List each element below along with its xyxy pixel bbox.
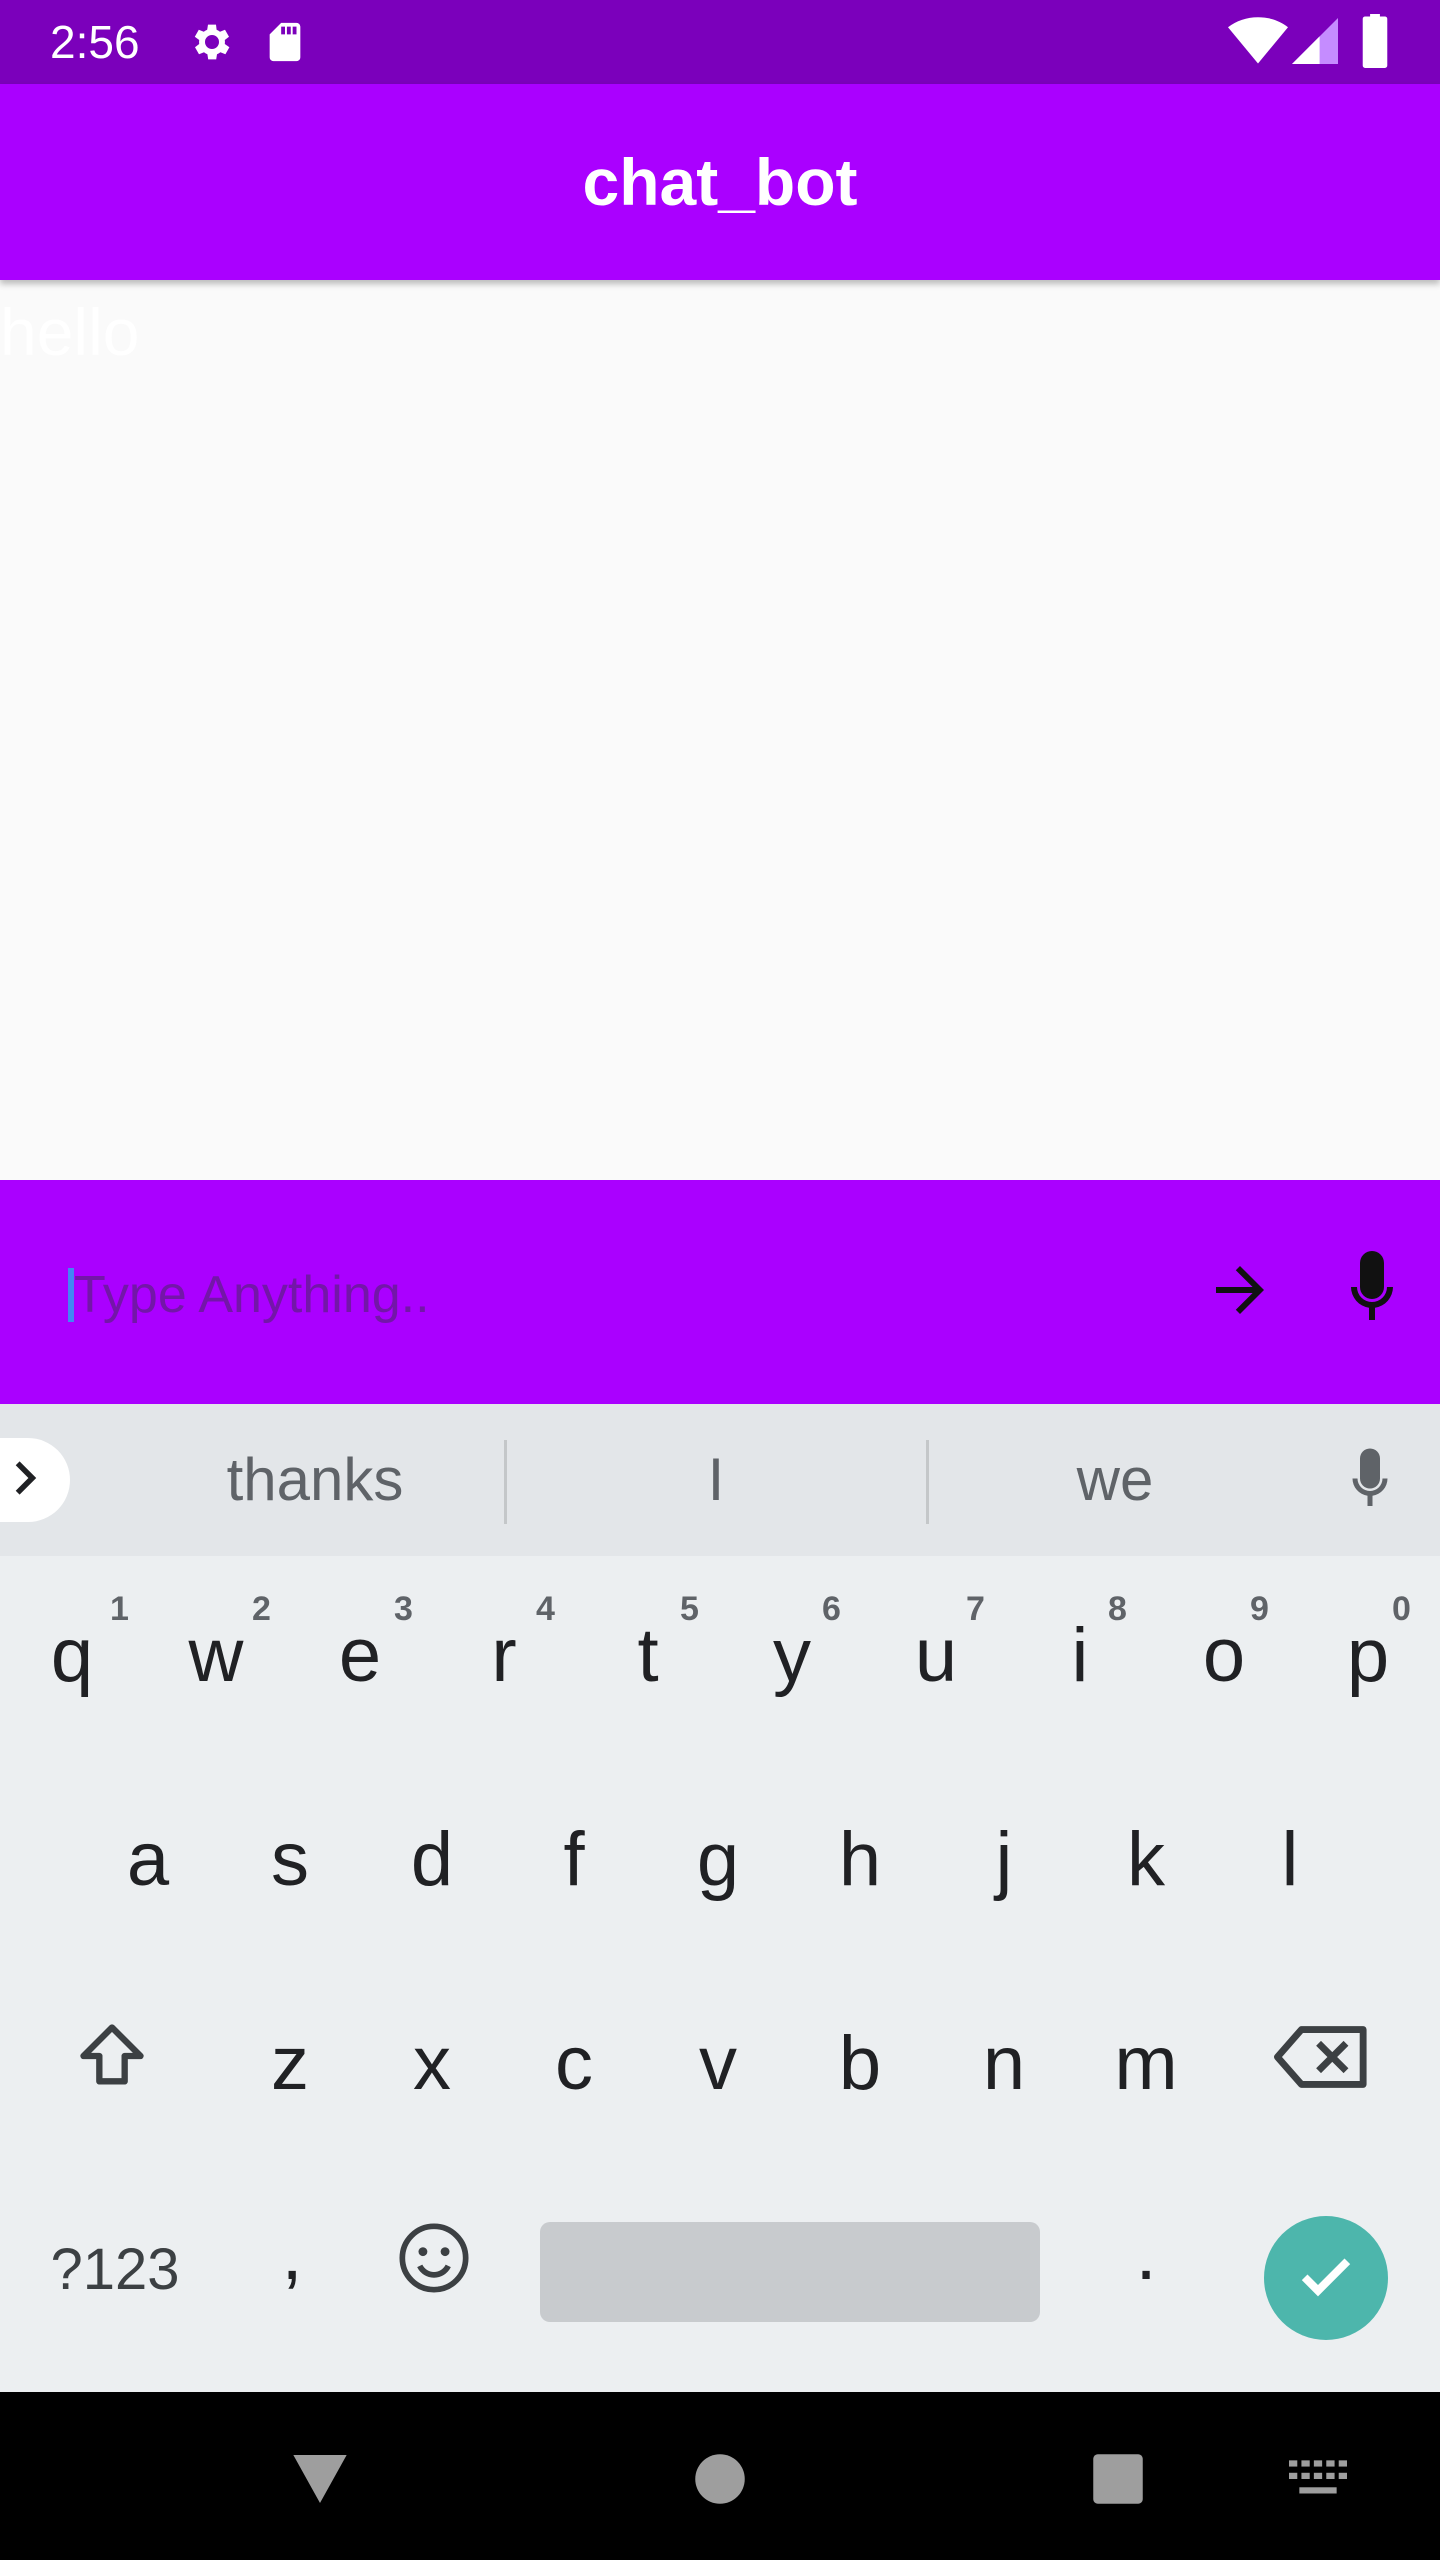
key-n[interactable]: n <box>932 2014 1076 2114</box>
key-y[interactable]: y <box>720 1606 864 1706</box>
shift-icon <box>72 2018 152 2119</box>
message-input[interactable] <box>68 1250 1154 1340</box>
space-key[interactable] <box>540 2222 1040 2322</box>
key-u[interactable]: u <box>864 1606 1008 1706</box>
keyboard-mic-icon[interactable] <box>1340 1446 1400 1521</box>
key-hint: 3 <box>394 1590 413 1628</box>
key-b[interactable]: b <box>788 2014 932 2114</box>
wifi-icon <box>1228 16 1288 71</box>
system-nav-bar <box>0 2392 1440 2560</box>
period-key[interactable]: . <box>1074 2204 1218 2304</box>
suggestion-1[interactable]: thanks <box>170 1440 460 1520</box>
chevron-right-icon <box>3 1456 47 1505</box>
key-o[interactable]: o <box>1152 1606 1296 1706</box>
key-d[interactable]: d <box>360 1810 504 1910</box>
key-c[interactable]: c <box>502 2014 646 2114</box>
arrow-right-icon <box>1204 1254 1276 1331</box>
signal-icon <box>1292 16 1338 71</box>
key-hint: 0 <box>1392 1590 1411 1628</box>
symbols-key[interactable]: ?123 <box>20 2220 210 2320</box>
keyboard-icon <box>1289 2459 1347 2504</box>
app-bar: chat_bot <box>0 84 1440 280</box>
key-h[interactable]: h <box>788 1810 932 1910</box>
shift-key[interactable] <box>40 2018 184 2118</box>
key-hint: 5 <box>680 1590 699 1628</box>
back-button[interactable] <box>270 2436 370 2526</box>
key-s[interactable]: s <box>218 1810 362 1910</box>
key-m[interactable]: m <box>1074 2014 1218 2114</box>
expand-toolbar-button[interactable] <box>0 1438 70 1522</box>
key-z[interactable]: z <box>218 2014 362 2114</box>
message-input-bar <box>0 1180 1440 1404</box>
voice-input-button[interactable] <box>1322 1242 1422 1342</box>
key-hint: 2 <box>252 1590 271 1628</box>
mic-icon <box>1336 1247 1408 1338</box>
key-k[interactable]: k <box>1074 1810 1218 1910</box>
key-v[interactable]: v <box>646 2014 790 2114</box>
battery-icon <box>1360 14 1390 73</box>
emoji-key[interactable] <box>362 2220 506 2320</box>
keyboard-switch-button[interactable] <box>1268 2436 1368 2526</box>
gear-icon <box>186 18 234 71</box>
soft-keyboard: thanks I we q w e r t y u i o p 1 2 3 4 … <box>0 1404 1440 2392</box>
checkmark-icon <box>1294 2244 1358 2313</box>
chat-list[interactable]: hello <box>0 280 1440 1180</box>
send-button[interactable] <box>1190 1242 1290 1342</box>
key-g[interactable]: g <box>646 1810 790 1910</box>
back-triangle-icon <box>288 2449 352 2514</box>
emoji-icon <box>396 2220 472 2321</box>
app-title: chat_bot <box>582 145 858 219</box>
key-hint: 8 <box>1108 1590 1127 1628</box>
suggestion-3[interactable]: we <box>970 1440 1260 1520</box>
key-hint: 9 <box>1250 1590 1269 1628</box>
home-circle-icon <box>693 2452 747 2511</box>
chat-message: hello <box>0 295 140 369</box>
key-p[interactable]: p <box>1296 1606 1440 1706</box>
home-button[interactable] <box>670 2436 770 2526</box>
suggestion-divider <box>926 1440 929 1524</box>
backspace-icon <box>1274 2018 1370 2118</box>
key-hint: 7 <box>966 1590 985 1628</box>
key-hint: 1 <box>110 1590 129 1628</box>
key-hint: 4 <box>536 1590 555 1628</box>
key-j[interactable]: j <box>932 1810 1076 1910</box>
recents-square-icon <box>1091 2452 1145 2511</box>
sd-card-icon <box>262 18 308 71</box>
key-x[interactable]: x <box>360 2014 504 2114</box>
status-bar: 2:56 <box>0 0 1440 84</box>
suggestion-strip: thanks I we <box>0 1404 1440 1556</box>
key-i[interactable]: i <box>1008 1606 1152 1706</box>
key-a[interactable]: a <box>76 1810 220 1910</box>
enter-key[interactable] <box>1264 2216 1388 2340</box>
suggestion-divider <box>504 1440 507 1524</box>
key-hint: 6 <box>822 1590 841 1628</box>
key-f[interactable]: f <box>502 1810 646 1910</box>
comma-key[interactable]: , <box>220 2204 364 2304</box>
backspace-key[interactable] <box>1250 2018 1394 2118</box>
recents-button[interactable] <box>1068 2436 1168 2526</box>
key-l[interactable]: l <box>1218 1810 1362 1910</box>
suggestion-2[interactable]: I <box>566 1440 866 1520</box>
status-time: 2:56 <box>50 16 140 68</box>
